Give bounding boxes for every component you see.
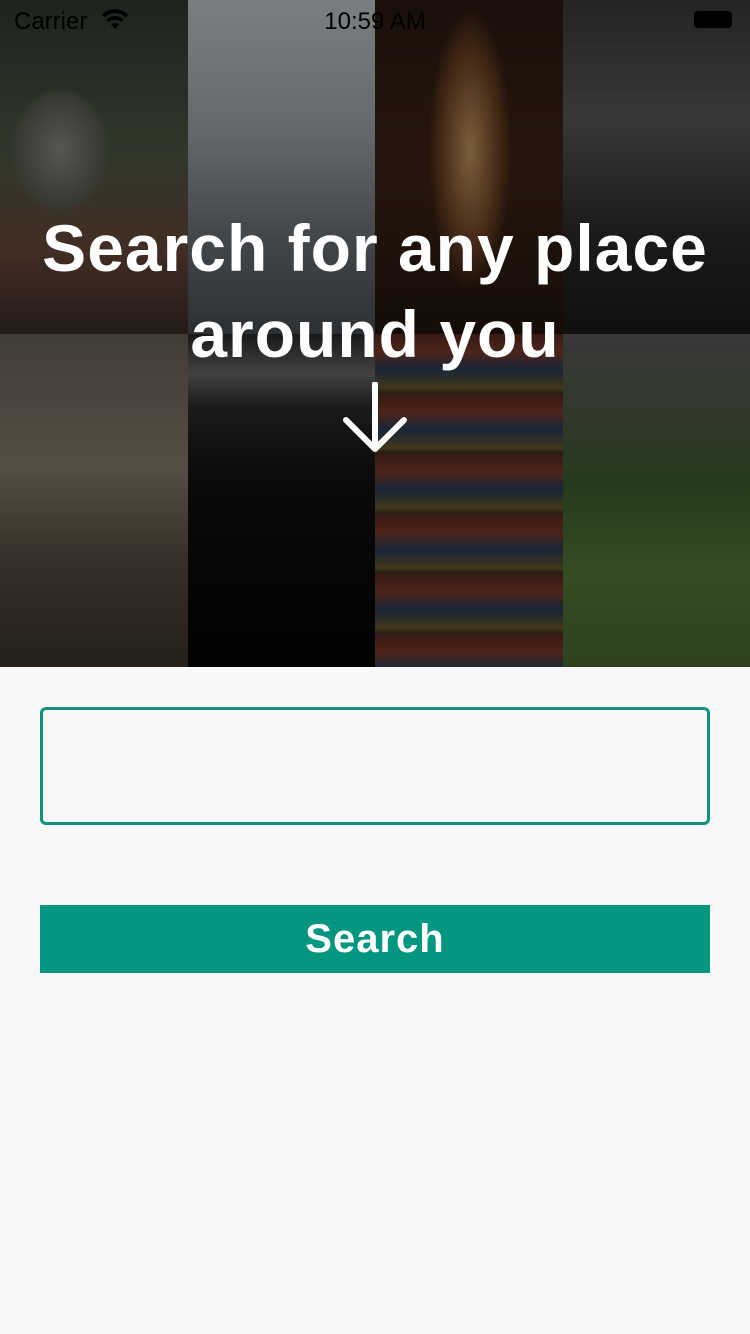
status-bar: Carrier 10:59 AM — [0, 0, 750, 40]
status-time: 10:59 AM — [324, 8, 426, 35]
hero-title: Search for any place around you — [42, 211, 708, 371]
down-arrow-icon — [343, 382, 407, 452]
hero-banner: Carrier 10:59 AM Search for any place ar… — [0, 0, 750, 667]
battery-icon — [694, 11, 732, 28]
search-input[interactable] — [40, 707, 710, 825]
search-button[interactable]: Search — [40, 905, 710, 973]
